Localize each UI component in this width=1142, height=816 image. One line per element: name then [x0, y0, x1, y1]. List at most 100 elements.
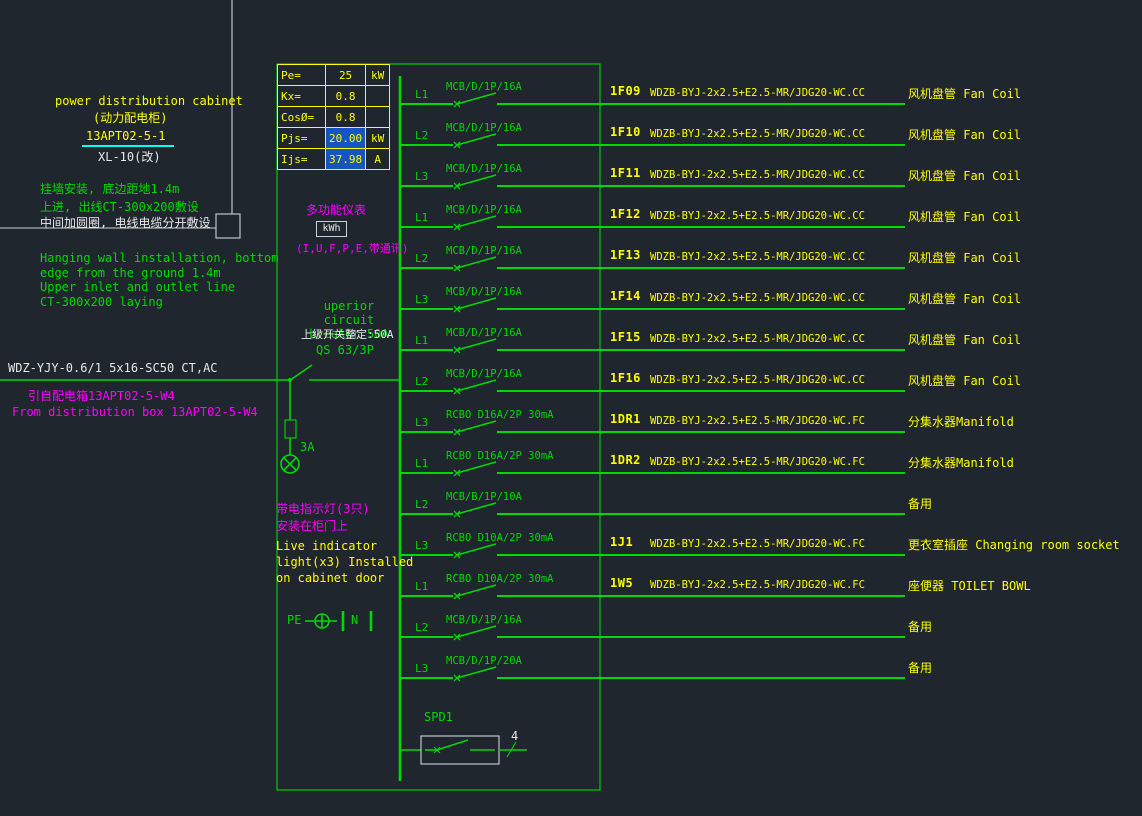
- cabinet-model: XL-10(改): [98, 150, 161, 165]
- phase-label: L2: [415, 498, 428, 511]
- indicator-branch: [281, 380, 299, 473]
- circuit-wire: [497, 677, 905, 679]
- param-value-highlighted[interactable]: 37.98: [326, 149, 366, 170]
- main-switch-symbol: [289, 365, 312, 381]
- load-label: 备用: [908, 618, 932, 635]
- install-note-en: Hanging wall installation, bottom edge f…: [40, 251, 278, 309]
- circuit-row: L3 MCB/D/1P/16A 1F14 WDZB-BYJ-2x2.5+E2.5…: [400, 287, 1112, 313]
- phase-label: L2: [415, 375, 428, 388]
- circuit-id: 1F12: [610, 207, 641, 221]
- circuit-row: L2 MCB/D/1P/16A 1F16 WDZB-BYJ-2x2.5+E2.5…: [400, 369, 1112, 395]
- breaker-switch-icon: [451, 123, 503, 149]
- circuit-wire: [400, 349, 453, 351]
- circuit-wire: [400, 226, 453, 228]
- circuit-id: 1DR2: [610, 453, 641, 467]
- indicator-note-cn: 带电指示灯(3只) 安装在柜门上: [276, 501, 370, 535]
- circuit-row: L1 RCBO D16A/2P 30mA 1DR2 WDZB-BYJ-2x2.5…: [400, 451, 1112, 477]
- energy-meter-symbol: kWh: [316, 221, 347, 237]
- load-label: 风机盘管 Fan Coil: [908, 372, 1021, 389]
- circuit-row: L2 MCB/D/1P/16A 1F13 WDZB-BYJ-2x2.5+E2.5…: [400, 246, 1112, 272]
- phase-label: L2: [415, 621, 428, 634]
- circuit-wire: [400, 144, 453, 146]
- circuit-row: L3 MCB/D/1P/20A 备用: [400, 656, 1112, 682]
- phase-label: L2: [415, 252, 428, 265]
- cable-spec: WDZB-BYJ-2x2.5+E2.5-MR/JDG20-WC.FC: [650, 415, 865, 427]
- feeder-from-cn: 引自配电箱13APT02-5-W4: [28, 389, 175, 404]
- pe-label: PE: [287, 613, 301, 628]
- breaker-switch-icon: [451, 246, 503, 272]
- cable-spec: WDZB-BYJ-2x2.5+E2.5-MR/JDG20-WC.CC: [650, 374, 865, 386]
- main-breaker-note-cn: 上级开关整定:50A: [301, 327, 394, 342]
- cable-spec: WDZB-BYJ-2x2.5+E2.5-MR/JDG20-WC.CC: [650, 128, 865, 140]
- cabinet-title-cn: (动力配电柜): [93, 111, 167, 126]
- load-label: 备用: [908, 495, 932, 512]
- param-value-highlighted[interactable]: 20.00: [326, 128, 366, 149]
- cabinet-id-underline: [82, 145, 174, 147]
- fuse-rating-label: 3A: [300, 440, 314, 455]
- circuit-wire: [497, 226, 905, 228]
- circuit-wire: [400, 636, 453, 638]
- lamp-symbol: [281, 455, 299, 473]
- phase-label: L1: [415, 334, 428, 347]
- load-label: 分集水器Manifold: [908, 454, 1014, 471]
- spd-pole-count: 4: [511, 729, 518, 744]
- circuit-id: 1F14: [610, 289, 641, 303]
- circuit-wire: [400, 677, 453, 679]
- phase-label: L3: [415, 662, 428, 675]
- route-note-cn: 中间加圆圈, 电线电缆分开敷设: [40, 216, 210, 231]
- breaker-switch-icon: [451, 369, 503, 395]
- circuit-wire: [400, 513, 453, 515]
- circuit-wire: [497, 390, 905, 392]
- param-unit: A: [366, 149, 390, 170]
- circuit-wire: [497, 349, 905, 351]
- phase-label: L3: [415, 416, 428, 429]
- circuit-id: 1F15: [610, 330, 641, 344]
- breaker-switch-icon: [451, 615, 503, 641]
- circuit-row: L2 MCB/D/1P/16A 1F10 WDZB-BYJ-2x2.5+E2.5…: [400, 123, 1112, 149]
- param-value: 25: [326, 65, 366, 86]
- circuit-id: 1DR1: [610, 412, 641, 426]
- circuit-row: L3 MCB/D/1P/16A 1F11 WDZB-BYJ-2x2.5+E2.5…: [400, 164, 1112, 190]
- load-label: 风机盘管 Fan Coil: [908, 290, 1021, 307]
- param-unit: [366, 86, 390, 107]
- param-value: 0.8: [326, 86, 366, 107]
- circuit-wire: [400, 103, 453, 105]
- circuit-row: L1 RCBO D10A/2P 30mA 1W5 WDZB-BYJ-2x2.5+…: [400, 574, 1112, 600]
- load-label: 风机盘管 Fan Coil: [908, 126, 1021, 143]
- feeder-cable-spec: WDZ-YJY-0.6/1 5x16-SC50 CT,AC: [8, 361, 218, 376]
- cable-spec: WDZB-BYJ-2x2.5+E2.5-MR/JDG20-WC.FC: [650, 456, 865, 468]
- circuit-wire: [497, 267, 905, 269]
- circuit-wire: [400, 308, 453, 310]
- load-label: 风机盘管 Fan Coil: [908, 167, 1021, 184]
- param-label: Ijs=: [278, 149, 326, 170]
- param-label: Pe=: [278, 65, 326, 86]
- main-breaker-model: QS 63/3P: [316, 343, 374, 358]
- load-label: 风机盘管 Fan Coil: [908, 331, 1021, 348]
- circuit-wire: [400, 431, 453, 433]
- load-label: 风机盘管 Fan Coil: [908, 249, 1021, 266]
- circuit-wire: [400, 595, 453, 597]
- indicator-note-en: Live indicator light(x3) Installed on ca…: [276, 538, 413, 586]
- circuit-wire: [497, 595, 905, 597]
- phase-label: L2: [415, 129, 428, 142]
- param-unit: kW: [366, 128, 390, 149]
- circuit-row: L3 RCBO D16A/2P 30mA 1DR1 WDZB-BYJ-2x2.5…: [400, 410, 1112, 436]
- circuit-row: L1 MCB/D/1P/16A 1F09 WDZB-BYJ-2x2.5+E2.5…: [400, 82, 1112, 108]
- circuit-row: L1 MCB/D/1P/16A 1F15 WDZB-BYJ-2x2.5+E2.5…: [400, 328, 1112, 354]
- circuit-wire: [497, 308, 905, 310]
- circuit-row: L3 RCBO D10A/2P 30mA 1J1 WDZB-BYJ-2x2.5+…: [400, 533, 1112, 559]
- param-unit: [366, 107, 390, 128]
- circuit-wire: [497, 513, 905, 515]
- circuit-id: 1F13: [610, 248, 641, 262]
- cable-spec: WDZB-BYJ-2x2.5+E2.5-MR/JDG20-WC.CC: [650, 251, 865, 263]
- load-label: 风机盘管 Fan Coil: [908, 85, 1021, 102]
- breaker-switch-icon: [451, 451, 503, 477]
- circuit-wire: [497, 185, 905, 187]
- load-label: 分集水器Manifold: [908, 413, 1014, 430]
- param-value: 0.8: [326, 107, 366, 128]
- phase-label: L1: [415, 88, 428, 101]
- load-label: 更衣室插座 Changing room socket: [908, 536, 1120, 553]
- circuit-wire: [497, 431, 905, 433]
- meter-display: kWh: [322, 223, 340, 234]
- param-row: Pe= 25 kW: [278, 65, 390, 86]
